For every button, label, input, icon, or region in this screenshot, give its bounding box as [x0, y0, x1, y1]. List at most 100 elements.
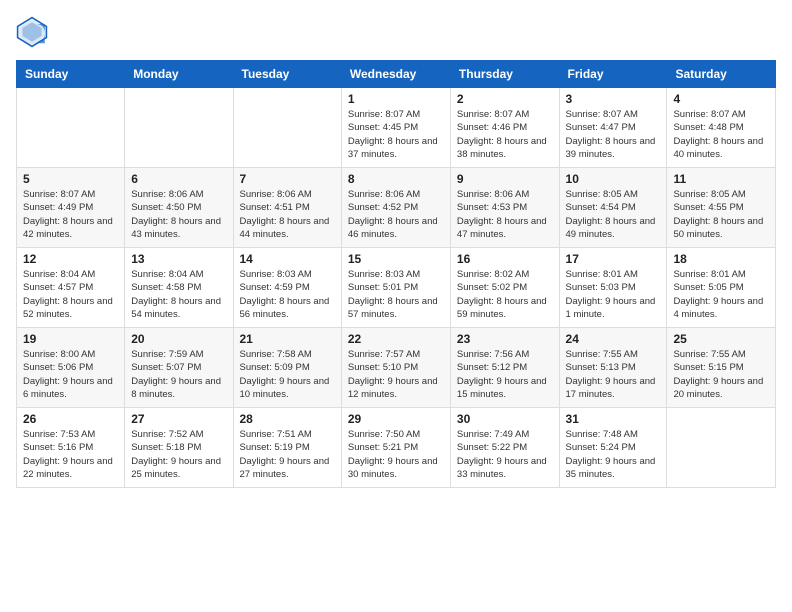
day-number: 8: [348, 172, 444, 186]
day-number: 18: [673, 252, 769, 266]
day-info: Sunrise: 7:51 AM Sunset: 5:19 PM Dayligh…: [240, 428, 335, 481]
day-number: 24: [566, 332, 661, 346]
day-info: Sunrise: 8:04 AM Sunset: 4:58 PM Dayligh…: [131, 268, 226, 321]
day-number: 27: [131, 412, 226, 426]
day-number: 10: [566, 172, 661, 186]
day-info: Sunrise: 8:07 AM Sunset: 4:47 PM Dayligh…: [566, 108, 661, 161]
day-info: Sunrise: 7:50 AM Sunset: 5:21 PM Dayligh…: [348, 428, 444, 481]
day-info: Sunrise: 8:06 AM Sunset: 4:51 PM Dayligh…: [240, 188, 335, 241]
day-cell: 30 Sunrise: 7:49 AM Sunset: 5:22 PM Dayli…: [450, 408, 559, 488]
day-info: Sunrise: 7:56 AM Sunset: 5:12 PM Dayligh…: [457, 348, 553, 401]
day-info: Sunrise: 8:07 AM Sunset: 4:49 PM Dayligh…: [23, 188, 118, 241]
day-cell: 10Sunrise: 8:05 AM Sunset: 4:54 PM Dayli…: [559, 168, 667, 248]
day-number: 5: [23, 172, 118, 186]
day-info: Sunrise: 7:53 AM Sunset: 5:16 PM Dayligh…: [23, 428, 118, 481]
day-info: Sunrise: 8:00 AM Sunset: 5:06 PM Dayligh…: [23, 348, 118, 401]
day-cell: 20 Sunrise: 7:59 AM Sunset: 5:07 PM Dayli…: [125, 328, 233, 408]
day-info: Sunrise: 7:52 AM Sunset: 5:18 PM Dayligh…: [131, 428, 226, 481]
weekday-header-thursday: Thursday: [450, 61, 559, 88]
day-cell: 4Sunrise: 8:07 AM Sunset: 4:48 PM Daylig…: [667, 88, 776, 168]
day-number: 12: [23, 252, 118, 266]
day-cell: [125, 88, 233, 168]
week-row-4: 19 Sunrise: 8:00 AM Sunset: 5:06 PM Dayli…: [17, 328, 776, 408]
day-cell: 14Sunrise: 8:03 AM Sunset: 4:59 PM Dayli…: [233, 248, 341, 328]
day-number: 26: [23, 412, 118, 426]
weekday-header-row: SundayMondayTuesdayWednesdayThursdayFrid…: [17, 61, 776, 88]
day-number: 22: [348, 332, 444, 346]
day-number: 6: [131, 172, 226, 186]
day-info: Sunrise: 8:01 AM Sunset: 5:03 PM Dayligh…: [566, 268, 661, 321]
day-cell: 22 Sunrise: 7:57 AM Sunset: 5:10 PM Dayli…: [341, 328, 450, 408]
day-cell: 24 Sunrise: 7:55 AM Sunset: 5:13 PM Dayli…: [559, 328, 667, 408]
day-cell: 29 Sunrise: 7:50 AM Sunset: 5:21 PM Dayli…: [341, 408, 450, 488]
day-cell: [17, 88, 125, 168]
day-info: Sunrise: 8:06 AM Sunset: 4:52 PM Dayligh…: [348, 188, 444, 241]
day-cell: 2Sunrise: 8:07 AM Sunset: 4:46 PM Daylig…: [450, 88, 559, 168]
day-cell: [233, 88, 341, 168]
day-cell: 25 Sunrise: 7:55 AM Sunset: 5:15 PM Dayli…: [667, 328, 776, 408]
logo-icon: [16, 16, 48, 48]
weekday-header-wednesday: Wednesday: [341, 61, 450, 88]
day-info: Sunrise: 7:57 AM Sunset: 5:10 PM Dayligh…: [348, 348, 444, 401]
page-header: [16, 16, 776, 48]
day-info: Sunrise: 8:04 AM Sunset: 4:57 PM Dayligh…: [23, 268, 118, 321]
day-cell: 13 Sunrise: 8:04 AM Sunset: 4:58 PM Dayli…: [125, 248, 233, 328]
day-number: 1: [348, 92, 444, 106]
day-info: Sunrise: 7:49 AM Sunset: 5:22 PM Dayligh…: [457, 428, 553, 481]
day-info: Sunrise: 8:07 AM Sunset: 4:48 PM Dayligh…: [673, 108, 769, 161]
day-info: Sunrise: 8:02 AM Sunset: 5:02 PM Dayligh…: [457, 268, 553, 321]
day-number: 30: [457, 412, 553, 426]
logo: [16, 16, 52, 48]
weekday-header-tuesday: Tuesday: [233, 61, 341, 88]
day-cell: 8 Sunrise: 8:06 AM Sunset: 4:52 PM Daylig…: [341, 168, 450, 248]
day-number: 29: [348, 412, 444, 426]
day-info: Sunrise: 7:48 AM Sunset: 5:24 PM Dayligh…: [566, 428, 661, 481]
day-number: 11: [673, 172, 769, 186]
day-info: Sunrise: 8:06 AM Sunset: 4:53 PM Dayligh…: [457, 188, 553, 241]
day-cell: 21 Sunrise: 7:58 AM Sunset: 5:09 PM Dayli…: [233, 328, 341, 408]
day-number: 9: [457, 172, 553, 186]
day-number: 19: [23, 332, 118, 346]
day-cell: 12 Sunrise: 8:04 AM Sunset: 4:57 PM Dayli…: [17, 248, 125, 328]
day-cell: 9 Sunrise: 8:06 AM Sunset: 4:53 PM Daylig…: [450, 168, 559, 248]
day-cell: [667, 408, 776, 488]
day-number: 31: [566, 412, 661, 426]
week-row-5: 26 Sunrise: 7:53 AM Sunset: 5:16 PM Dayli…: [17, 408, 776, 488]
day-number: 23: [457, 332, 553, 346]
day-cell: 3 Sunrise: 8:07 AM Sunset: 4:47 PM Daylig…: [559, 88, 667, 168]
day-cell: 26 Sunrise: 7:53 AM Sunset: 5:16 PM Dayli…: [17, 408, 125, 488]
weekday-header-friday: Friday: [559, 61, 667, 88]
day-info: Sunrise: 8:06 AM Sunset: 4:50 PM Dayligh…: [131, 188, 226, 241]
day-cell: 15Sunrise: 8:03 AM Sunset: 5:01 PM Dayli…: [341, 248, 450, 328]
weekday-header-monday: Monday: [125, 61, 233, 88]
day-cell: 17 Sunrise: 8:01 AM Sunset: 5:03 PM Dayli…: [559, 248, 667, 328]
day-info: Sunrise: 7:58 AM Sunset: 5:09 PM Dayligh…: [240, 348, 335, 401]
day-cell: 23 Sunrise: 7:56 AM Sunset: 5:12 PM Dayli…: [450, 328, 559, 408]
day-number: 14: [240, 252, 335, 266]
day-cell: 1Sunrise: 8:07 AM Sunset: 4:45 PM Daylig…: [341, 88, 450, 168]
day-cell: 27 Sunrise: 7:52 AM Sunset: 5:18 PM Dayli…: [125, 408, 233, 488]
day-cell: 16Sunrise: 8:02 AM Sunset: 5:02 PM Dayli…: [450, 248, 559, 328]
day-cell: 19 Sunrise: 8:00 AM Sunset: 5:06 PM Dayli…: [17, 328, 125, 408]
day-cell: 6 Sunrise: 8:06 AM Sunset: 4:50 PM Daylig…: [125, 168, 233, 248]
day-number: 20: [131, 332, 226, 346]
day-info: Sunrise: 7:55 AM Sunset: 5:15 PM Dayligh…: [673, 348, 769, 401]
weekday-header-saturday: Saturday: [667, 61, 776, 88]
day-info: Sunrise: 7:55 AM Sunset: 5:13 PM Dayligh…: [566, 348, 661, 401]
day-number: 25: [673, 332, 769, 346]
day-info: Sunrise: 8:01 AM Sunset: 5:05 PM Dayligh…: [673, 268, 769, 321]
day-number: 28: [240, 412, 335, 426]
day-number: 17: [566, 252, 661, 266]
weekday-header-sunday: Sunday: [17, 61, 125, 88]
week-row-3: 12 Sunrise: 8:04 AM Sunset: 4:57 PM Dayli…: [17, 248, 776, 328]
day-cell: 28 Sunrise: 7:51 AM Sunset: 5:19 PM Dayli…: [233, 408, 341, 488]
day-cell: 31 Sunrise: 7:48 AM Sunset: 5:24 PM Dayli…: [559, 408, 667, 488]
day-number: 2: [457, 92, 553, 106]
day-number: 3: [566, 92, 661, 106]
day-info: Sunrise: 7:59 AM Sunset: 5:07 PM Dayligh…: [131, 348, 226, 401]
day-number: 21: [240, 332, 335, 346]
day-number: 13: [131, 252, 226, 266]
week-row-1: 1Sunrise: 8:07 AM Sunset: 4:45 PM Daylig…: [17, 88, 776, 168]
day-cell: 18 Sunrise: 8:01 AM Sunset: 5:05 PM Dayli…: [667, 248, 776, 328]
day-number: 15: [348, 252, 444, 266]
